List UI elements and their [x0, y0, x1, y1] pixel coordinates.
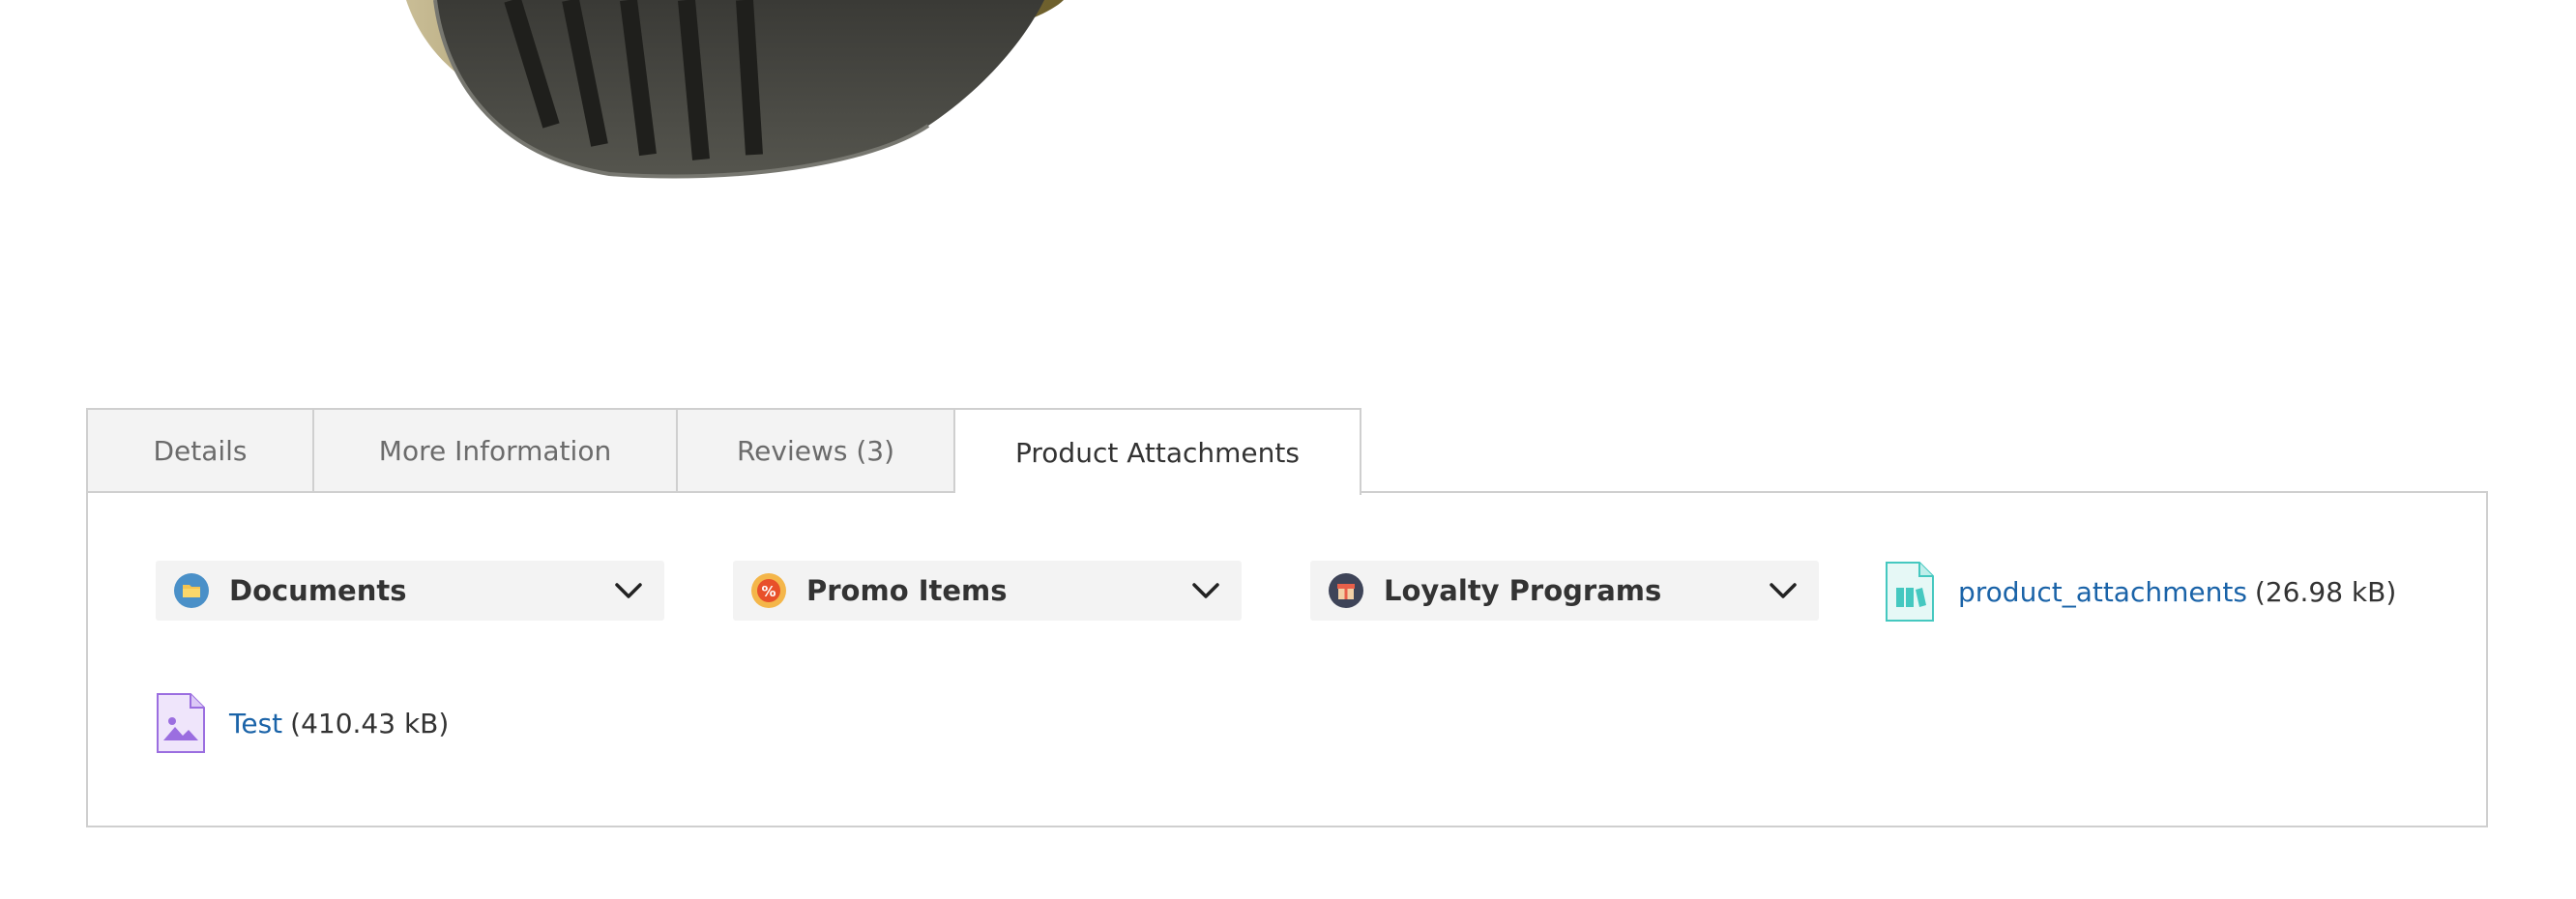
archive-file-icon	[1886, 562, 1934, 622]
image-file-icon	[157, 693, 205, 753]
gift-icon	[1329, 573, 1363, 608]
tab-details-label: Details	[153, 434, 248, 467]
documents-label: Documents	[229, 574, 407, 607]
loyalty-programs-dropdown[interactable]: Loyalty Programs	[1310, 561, 1819, 621]
chevron-down-icon	[615, 583, 642, 598]
product-tabs: Details More Information Reviews (3) Pro…	[86, 408, 1361, 495]
loyalty-programs-label: Loyalty Programs	[1384, 574, 1662, 607]
chevron-down-icon	[1770, 583, 1797, 598]
attachment-item: product_attachments (26.98 kB)	[1885, 561, 2396, 623]
tab-content-panel	[86, 491, 2488, 827]
tab-more-information-label: More Information	[378, 434, 612, 467]
attachment-size: (410.43 kB)	[290, 707, 450, 740]
documents-dropdown[interactable]: Documents	[156, 561, 664, 621]
tab-reviews[interactable]: Reviews (3)	[678, 408, 955, 493]
tab-more-information[interactable]: More Information	[314, 408, 678, 493]
discount-badge-icon: %	[751, 573, 786, 608]
promo-items-dropdown[interactable]: % Promo Items	[733, 561, 1242, 621]
attachment-size: (26.98 kB)	[2254, 575, 2397, 608]
tab-product-attachments-label: Product Attachments	[1015, 436, 1300, 469]
attachment-link[interactable]: product_attachments	[1958, 576, 2247, 608]
tab-product-attachments[interactable]: Product Attachments	[955, 408, 1361, 495]
promo-items-label: Promo Items	[806, 574, 1008, 607]
chevron-down-icon	[1192, 583, 1219, 598]
tab-details[interactable]: Details	[86, 408, 314, 493]
folder-icon	[174, 573, 209, 608]
tab-reviews-label: Reviews (3)	[736, 434, 895, 467]
attachment-item: Test (410.43 kB)	[156, 692, 449, 754]
svg-text:%: %	[761, 583, 776, 600]
attachment-link[interactable]: Test	[229, 708, 282, 740]
product-image	[406, 0, 1064, 179]
